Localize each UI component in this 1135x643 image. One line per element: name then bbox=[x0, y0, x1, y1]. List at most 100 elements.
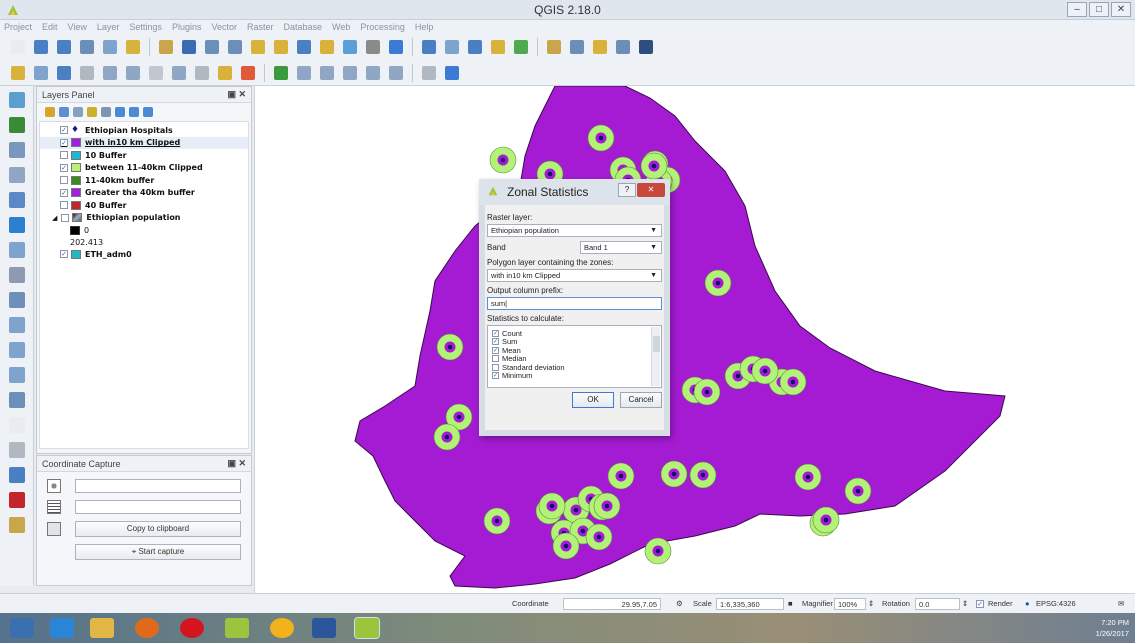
main-tool-20-icon[interactable] bbox=[465, 37, 485, 57]
main-tool-9-icon[interactable] bbox=[202, 37, 222, 57]
start-capture-button[interactable]: ⌖ Start capture bbox=[75, 544, 241, 560]
menu-processing[interactable]: Processing bbox=[360, 20, 405, 34]
polygon-layer-select[interactable]: with in10 km Clipped ▼ bbox=[487, 269, 662, 282]
add-layer-tool-15-icon[interactable] bbox=[7, 440, 27, 460]
layer-visibility-checkbox[interactable]: ✓ bbox=[60, 250, 68, 259]
main-tool-3-icon[interactable] bbox=[54, 37, 74, 57]
start-button[interactable] bbox=[10, 618, 34, 638]
menu-settings[interactable]: Settings bbox=[129, 20, 162, 34]
lock-icon[interactable]: ■ bbox=[788, 599, 793, 608]
edit-tool-11-icon[interactable] bbox=[238, 63, 258, 83]
statistic-option[interactable]: ✓ Count bbox=[492, 329, 657, 338]
grid-icon[interactable] bbox=[47, 500, 61, 514]
main-tool-13-icon[interactable] bbox=[294, 37, 314, 57]
add-group-icon[interactable] bbox=[59, 107, 69, 117]
edit-tool-18-icon[interactable] bbox=[419, 63, 439, 83]
add-layer-tool-9-icon[interactable] bbox=[7, 290, 27, 310]
add-layer-tool-6-icon[interactable] bbox=[7, 215, 27, 235]
layer-item[interactable]: 11-40km buffer bbox=[40, 174, 248, 187]
statistic-checkbox[interactable]: ✓ bbox=[492, 329, 499, 337]
layer-visibility-checkbox[interactable]: ✓ bbox=[60, 163, 68, 172]
main-tool-4-icon[interactable] bbox=[77, 37, 97, 57]
coordinate-field[interactable]: 29.95,7.05 bbox=[563, 598, 661, 610]
main-tool-16-icon[interactable] bbox=[363, 37, 383, 57]
panel-float-close-icon[interactable]: ▣ ✕ bbox=[227, 89, 246, 100]
main-tool-22-icon[interactable] bbox=[511, 37, 531, 57]
qgis-active-icon[interactable] bbox=[354, 617, 380, 639]
main-tool-1-icon[interactable] bbox=[8, 37, 28, 57]
panel-float-close-icon[interactable]: ▣ ✕ bbox=[227, 458, 246, 469]
menu-database[interactable]: Database bbox=[284, 20, 323, 34]
magnifier-field[interactable]: 100% bbox=[834, 598, 866, 610]
add-layer-tool-16-icon[interactable] bbox=[7, 465, 27, 485]
rotation-field[interactable]: 0.0 bbox=[915, 598, 960, 610]
statistic-option[interactable]: ✓ Sum bbox=[492, 337, 657, 346]
edit-tool-7-icon[interactable] bbox=[146, 63, 166, 83]
add-layer-tool-14-icon[interactable] bbox=[7, 415, 27, 435]
statistic-option[interactable]: ✓ Mean bbox=[492, 346, 657, 355]
maximize-button[interactable]: □ bbox=[1089, 2, 1109, 17]
edit-tool-13-icon[interactable] bbox=[294, 63, 314, 83]
layer-visibility-checkbox[interactable]: ✓ bbox=[60, 126, 68, 135]
expand-all-icon[interactable] bbox=[115, 107, 125, 117]
add-layer-tool-12-icon[interactable] bbox=[7, 365, 27, 385]
edit-tool-4-icon[interactable] bbox=[77, 63, 97, 83]
main-tool-25-icon[interactable] bbox=[590, 37, 610, 57]
edit-tool-12-icon[interactable] bbox=[271, 63, 291, 83]
edit-tool-2-icon[interactable] bbox=[31, 63, 51, 83]
remove-layer-icon[interactable] bbox=[143, 107, 153, 117]
statistics-list[interactable]: ✓ Count ✓ Sum ✓ Mean Median Standard deviation ✓… bbox=[487, 325, 662, 388]
scale-field[interactable]: 1:6,335,360 bbox=[716, 598, 784, 610]
cancel-button[interactable]: Cancel bbox=[620, 392, 662, 408]
ok-button[interactable]: OK bbox=[572, 392, 614, 408]
stats-scrollbar[interactable] bbox=[651, 327, 660, 386]
stepper-icon[interactable]: ⇕ bbox=[962, 599, 968, 608]
layer-item[interactable]: 40 Buffer bbox=[40, 199, 248, 212]
messages-icon[interactable]: ✉ bbox=[1118, 599, 1124, 608]
style-manager-icon[interactable] bbox=[45, 107, 55, 117]
menu-plugins[interactable]: Plugins bbox=[172, 20, 202, 34]
add-layer-tool-2-icon[interactable] bbox=[7, 115, 27, 135]
menu-layer[interactable]: Layer bbox=[97, 20, 120, 34]
layer-visibility-checkbox[interactable] bbox=[60, 151, 68, 160]
coordinate-field-2[interactable] bbox=[75, 500, 241, 514]
add-layer-tool-17-icon[interactable] bbox=[7, 490, 27, 510]
crs-label[interactable]: EPSG:4326 bbox=[1036, 599, 1076, 608]
main-tool-19-icon[interactable] bbox=[442, 37, 462, 57]
menu-project[interactable]: Project bbox=[4, 20, 32, 34]
statistic-option[interactable]: Standard deviation bbox=[492, 363, 657, 372]
scale-lock-icon[interactable]: ⚙ bbox=[676, 599, 683, 608]
copy-to-clipboard-button[interactable]: Copy to clipboard bbox=[75, 521, 241, 537]
file-explorer-icon[interactable] bbox=[90, 618, 114, 638]
layer-item[interactable]: ✓ with in10 km Clipped bbox=[40, 136, 248, 149]
main-tool-18-icon[interactable] bbox=[419, 37, 439, 57]
layer-item[interactable]: ✓ ♦ Ethiopian Hospitals bbox=[40, 124, 248, 137]
add-layer-tool-13-icon[interactable] bbox=[7, 390, 27, 410]
add-layer-tool-8-icon[interactable] bbox=[7, 265, 27, 285]
edit-tool-6-icon[interactable] bbox=[123, 63, 143, 83]
edit-tool-17-icon[interactable] bbox=[386, 63, 406, 83]
menu-edit[interactable]: Edit bbox=[42, 20, 58, 34]
map-view[interactable] bbox=[255, 85, 1135, 593]
layer-visibility-checkbox[interactable]: ✓ bbox=[60, 188, 68, 197]
band-select[interactable]: Band 1 ▼ bbox=[580, 241, 662, 254]
layer-visibility-checkbox[interactable] bbox=[60, 201, 68, 210]
coordinate-field-1[interactable] bbox=[75, 479, 241, 493]
crs-globe-icon[interactable]: ● bbox=[1025, 599, 1030, 608]
filter-by-expression-icon[interactable] bbox=[101, 107, 111, 117]
stepper-icon[interactable]: ⇕ bbox=[868, 599, 874, 608]
expand-arrow-icon[interactable]: ◢ bbox=[52, 214, 57, 222]
edit-tool-5-icon[interactable] bbox=[100, 63, 120, 83]
edit-tool-15-icon[interactable] bbox=[340, 63, 360, 83]
manage-visibility-icon[interactable] bbox=[73, 107, 83, 117]
main-tool-27-icon[interactable] bbox=[636, 37, 656, 57]
map-canvas[interactable] bbox=[254, 85, 1135, 593]
edit-tool-19-icon[interactable] bbox=[442, 63, 462, 83]
statistic-checkbox[interactable]: ✓ bbox=[492, 346, 499, 354]
layer-item[interactable]: ✓ ETH_adm0 bbox=[40, 248, 248, 261]
main-tool-5-icon[interactable] bbox=[100, 37, 120, 57]
edit-tool-16-icon[interactable] bbox=[363, 63, 383, 83]
menu-view[interactable]: View bbox=[68, 20, 87, 34]
main-tool-15-icon[interactable] bbox=[340, 37, 360, 57]
qgis-taskbar-icon[interactable] bbox=[225, 618, 249, 638]
